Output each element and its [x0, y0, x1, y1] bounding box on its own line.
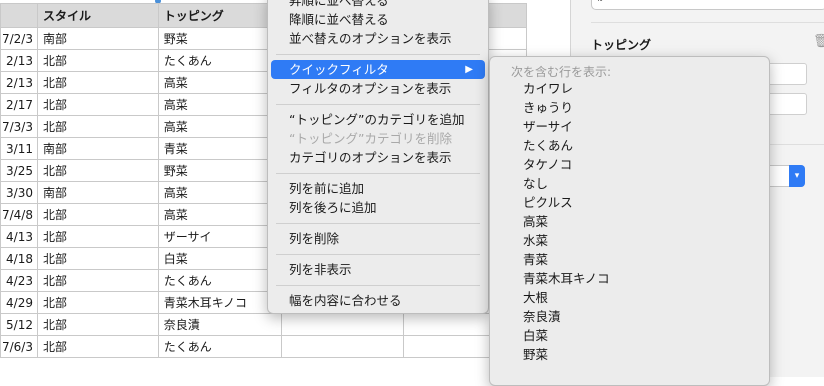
quick-filter-submenu: 次を含む行を表示: カイワレ きゅうり ザーサイ たくあん タケノコ なし ピクルス 高菜 水菜…: [489, 56, 770, 386]
topping-cell[interactable]: 奈良漬: [157, 313, 282, 336]
menu-item-sort-ascending[interactable]: 昇順に並べ替える: [268, 0, 488, 10]
topping-cell[interactable]: ザーサイ: [157, 225, 282, 248]
quick-filter-item[interactable]: 奈良漬: [490, 307, 769, 326]
topping-cell[interactable]: 高菜: [157, 181, 282, 204]
quick-filter-item[interactable]: たくあん: [490, 136, 769, 155]
topping-cell[interactable]: 青菜木耳キノコ: [157, 291, 282, 314]
date-cell[interactable]: 7/6/3: [0, 335, 38, 358]
topping-cell[interactable]: 野菜: [157, 159, 282, 182]
menu-item-add-column-after[interactable]: 列を後ろに追加: [268, 198, 488, 217]
quick-filter-item[interactable]: 水菜: [490, 231, 769, 250]
quick-filter-item[interactable]: 野菜: [490, 345, 769, 364]
style-cell[interactable]: 北部: [36, 203, 159, 226]
quick-filter-item[interactable]: 青菜木耳キノコ: [490, 269, 769, 288]
style-cell[interactable]: 北部: [36, 225, 159, 248]
quick-filter-item[interactable]: なし: [490, 174, 769, 193]
date-cell[interactable]: 7/3/3: [0, 115, 38, 138]
date-cell[interactable]: 7/4/8: [0, 203, 38, 226]
style-cell[interactable]: 北部: [36, 93, 159, 116]
menu-separator: [276, 285, 480, 286]
topping-cell[interactable]: 高菜: [157, 71, 282, 94]
menu-separator: [276, 104, 480, 105]
column-header-style[interactable]: スタイル: [36, 3, 159, 28]
submenu-arrow-icon: ▶: [465, 64, 473, 75]
menu-item-category-options[interactable]: カテゴリのオプションを表示: [268, 148, 488, 167]
date-cell[interactable]: 3/30: [0, 181, 38, 204]
menu-item-hide-column[interactable]: 列を非表示: [268, 260, 488, 279]
quick-filter-item[interactable]: ピクルス: [490, 193, 769, 212]
style-cell[interactable]: 北部: [36, 71, 159, 94]
topping-cell[interactable]: たくあん: [157, 335, 282, 358]
menu-item-sort-options[interactable]: 並べ替えのオプションを表示: [268, 29, 488, 48]
trash-icon[interactable]: 🗑: [813, 34, 824, 49]
topping-cell[interactable]: 青菜: [157, 137, 282, 160]
style-cell[interactable]: 北部: [36, 269, 159, 292]
menu-item-sort-descending[interactable]: 降順に並べ替える: [268, 10, 488, 29]
topping-cell[interactable]: 野菜: [157, 27, 282, 50]
quick-filter-item[interactable]: 青菜: [490, 250, 769, 269]
column-context-menu: 昇順に並べ替える 降順に並べ替える 並べ替えのオプションを表示 クイックフィルタ…: [267, 0, 489, 314]
date-cell[interactable]: 7/2/3: [0, 27, 38, 50]
style-cell[interactable]: 北部: [36, 247, 159, 270]
style-cell[interactable]: 北部: [36, 115, 159, 138]
menu-separator: [276, 223, 480, 224]
menu-item-fit-width[interactable]: 幅を内容に合わせる: [268, 291, 488, 310]
menu-item-remove-category: “トッピング”カテゴリを削除: [289, 131, 452, 146]
topping-cell[interactable]: 高菜: [157, 203, 282, 226]
menu-separator: [276, 54, 480, 55]
chevron-down-icon: ▾: [789, 165, 805, 187]
quick-filter-item[interactable]: 大根: [490, 288, 769, 307]
style-cell[interactable]: 南部: [36, 137, 159, 160]
table-row[interactable]: 7/6/3 北部 たくあん: [0, 335, 527, 358]
topping-cell[interactable]: たくあん: [157, 269, 282, 292]
menu-item-add-column-before[interactable]: 列を前に追加: [268, 179, 488, 198]
date-cell[interactable]: 4/13: [0, 225, 38, 248]
quick-filter-item[interactable]: タケノコ: [490, 155, 769, 174]
topping-cell[interactable]: 高菜: [157, 93, 282, 116]
empty-cell[interactable]: [280, 335, 405, 358]
date-cell[interactable]: 2/17: [0, 93, 38, 116]
date-cell[interactable]: 4/29: [0, 291, 38, 314]
quick-filter-item[interactable]: きゅうり: [490, 98, 769, 117]
menu-separator: [276, 173, 480, 174]
date-cell[interactable]: 2/13: [0, 49, 38, 72]
date-cell[interactable]: 3/11: [0, 137, 38, 160]
menu-item-quick-filter[interactable]: クイックフィルタ ▶: [271, 60, 485, 79]
quick-filter-item[interactable]: 白菜: [490, 326, 769, 345]
style-cell[interactable]: 南部: [36, 181, 159, 204]
style-cell[interactable]: 南部: [36, 27, 159, 50]
date-cell[interactable]: 4/18: [0, 247, 38, 270]
topping-cell[interactable]: 高菜: [157, 115, 282, 138]
quick-filter-item[interactable]: カイワレ: [490, 79, 769, 98]
quick-filter-header: 次を含む行を表示:: [511, 65, 612, 79]
table-row[interactable]: 5/12 北部 奈良漬: [0, 313, 527, 336]
date-cell[interactable]: 5/12: [0, 313, 38, 336]
style-cell[interactable]: 北部: [36, 313, 159, 336]
quick-filter-item[interactable]: 高菜: [490, 212, 769, 231]
menu-item-delete-column[interactable]: 列を削除: [268, 229, 488, 248]
menu-item-add-category[interactable]: “トッピング”のカテゴリを追加: [268, 110, 488, 129]
style-cell[interactable]: 北部: [36, 335, 159, 358]
topping-cell[interactable]: 白菜: [157, 247, 282, 270]
date-cell[interactable]: 4/23: [0, 269, 38, 292]
quick-filter-item[interactable]: ザーサイ: [490, 117, 769, 136]
empty-cell[interactable]: [280, 313, 405, 336]
style-cell[interactable]: 北部: [36, 159, 159, 182]
column-header-topping[interactable]: トッピング: [157, 3, 282, 28]
style-cell[interactable]: 北部: [36, 49, 159, 72]
topping-cell[interactable]: たくあん: [157, 49, 282, 72]
menu-item-filter-options[interactable]: フィルタのオプションを表示: [268, 79, 488, 98]
menu-separator: [276, 254, 480, 255]
column-header-date[interactable]: [0, 3, 38, 28]
date-cell[interactable]: 2/13: [0, 71, 38, 94]
divider: [591, 22, 824, 23]
chevron-updown-icon: ⇅: [596, 0, 604, 4]
style-cell[interactable]: 北部: [36, 291, 159, 314]
filter-rule-popup[interactable]: ⇅: [591, 0, 824, 10]
topping-rule-label: トッピング: [591, 38, 652, 52]
date-cell[interactable]: 3/25: [0, 159, 38, 182]
